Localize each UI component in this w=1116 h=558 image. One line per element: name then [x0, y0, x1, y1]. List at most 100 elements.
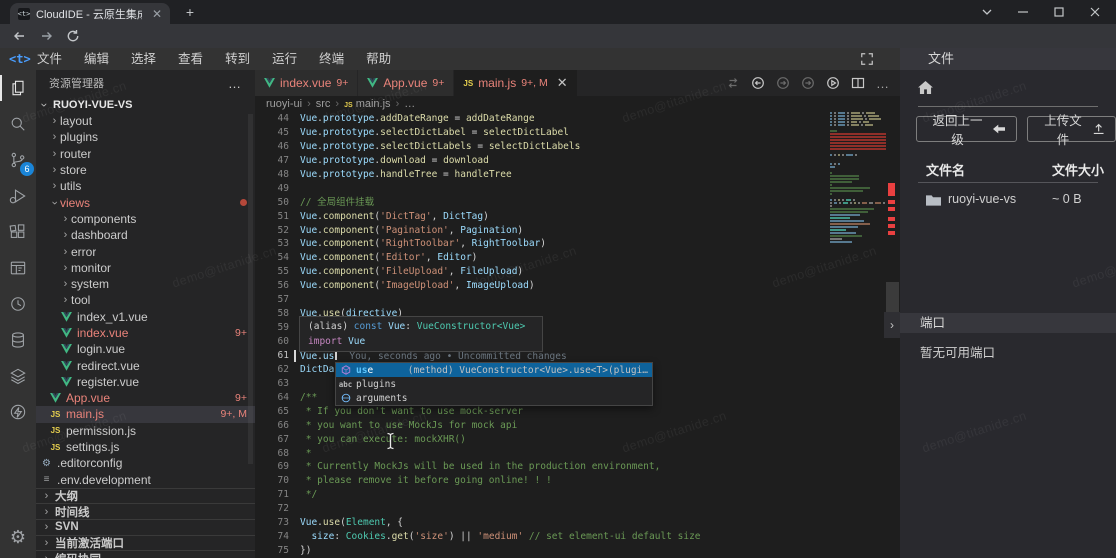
- window-minimize-icon[interactable]: [1018, 7, 1028, 17]
- section-[interactable]: ›编码协同: [36, 550, 255, 558]
- tree-item-store[interactable]: ›store: [36, 162, 255, 178]
- menu-item-[interactable]: 查看: [167, 48, 214, 70]
- history-icon[interactable]: [0, 286, 36, 322]
- source-control-icon[interactable]: 6: [0, 142, 36, 178]
- section-[interactable]: ›当前激活端口: [36, 535, 255, 551]
- tree-item-layout[interactable]: ›layout: [36, 113, 255, 129]
- extensions-icon[interactable]: [0, 214, 36, 250]
- code-line: 55Vue.component('FileUpload', FileUpload…: [255, 265, 900, 279]
- ports-section-header[interactable]: 端口: [900, 313, 1116, 333]
- window-maximize-icon[interactable]: [1054, 7, 1064, 17]
- section-label: 时间线: [55, 504, 90, 520]
- browser-back-icon[interactable]: [12, 29, 26, 43]
- tree-item-monitor[interactable]: ›monitor: [36, 260, 255, 276]
- browser-reload-icon[interactable]: [66, 29, 80, 43]
- editor-tab-main-js[interactable]: JSmain.js9+, M✕: [454, 70, 576, 96]
- database-icon[interactable]: [0, 322, 36, 358]
- tree-item-tool[interactable]: ›tool: [36, 292, 255, 308]
- layout-panel-icon[interactable]: [0, 250, 36, 286]
- explorer-more-icon[interactable]: …: [228, 76, 242, 91]
- window-close-icon[interactable]: [1090, 7, 1100, 17]
- navigate-back-icon[interactable]: [751, 76, 765, 90]
- minimap-line: [830, 208, 886, 210]
- bolt-icon[interactable]: [0, 394, 36, 430]
- breadcrumb-tail[interactable]: …: [404, 98, 415, 110]
- tree-item-index-v1-vue[interactable]: index_v1.vue: [36, 309, 255, 325]
- back-up-level-button[interactable]: 返回上一级: [916, 116, 1017, 142]
- section-svn[interactable]: ›SVN: [36, 519, 255, 535]
- explorer-icon[interactable]: [0, 70, 36, 106]
- breadcrumb-item-ruoyi-ui[interactable]: ruoyi-ui: [266, 98, 302, 110]
- menu-item-[interactable]: 文件: [26, 48, 73, 70]
- editor-tab-app-vue[interactable]: App.vue9+: [358, 70, 453, 96]
- section-[interactable]: ›大纲: [36, 488, 255, 504]
- tree-item-app-vue[interactable]: App.vue9+: [36, 390, 255, 406]
- minimap-line: [830, 157, 886, 159]
- tree-item-login-vue[interactable]: login.vue: [36, 341, 255, 357]
- new-tab-button[interactable]: +: [182, 5, 198, 21]
- tree-item-system[interactable]: ›system: [36, 276, 255, 292]
- tree-item-dashboard[interactable]: ›dashboard: [36, 227, 255, 243]
- navigate-last-icon[interactable]: [801, 76, 815, 90]
- home-icon[interactable]: [918, 81, 933, 94]
- settings-gear-icon[interactable]: ⚙: [0, 527, 36, 548]
- breadcrumb[interactable]: ruoyi-ui›src›JS main.js›…: [255, 96, 900, 112]
- tree-item-editorconfig[interactable]: ⚙.editorconfig: [36, 455, 255, 471]
- tree-item-views[interactable]: ›views: [36, 194, 255, 210]
- editor-tab-index-vue[interactable]: index.vue9+: [255, 70, 357, 96]
- split-editor-icon[interactable]: [851, 76, 865, 90]
- tab-close-icon[interactable]: ✕: [557, 75, 568, 91]
- menu-item-[interactable]: 终端: [308, 48, 355, 70]
- tree-item-label: settings.js: [66, 440, 119, 454]
- fullscreen-icon[interactable]: [860, 52, 874, 66]
- line-number: 68: [255, 447, 289, 461]
- layers-icon[interactable]: [0, 358, 36, 394]
- editor-more-icon[interactable]: …: [876, 76, 890, 91]
- code-editor[interactable]: 44Vue.prototype.addDateRange = addDateRa…: [255, 112, 900, 558]
- minimap[interactable]: [830, 112, 886, 244]
- tree-item-error[interactable]: ›error: [36, 243, 255, 259]
- suggestion-use[interactable]: use(method) VueConstructor<Vue>.use<T>(p…: [336, 363, 652, 377]
- menu-item-[interactable]: 编辑: [73, 48, 120, 70]
- tree-item-router[interactable]: ›router: [36, 146, 255, 162]
- suggestion-arguments[interactable]: arguments: [336, 391, 652, 405]
- suggestion-plugins[interactable]: abcplugins: [336, 377, 652, 391]
- upload-button-label: 上传文件: [1039, 110, 1086, 148]
- tree-item-components[interactable]: ›components: [36, 211, 255, 227]
- search-icon[interactable]: [0, 106, 36, 142]
- tree-item-permission-js[interactable]: JSpermission.js: [36, 423, 255, 439]
- menu-item-[interactable]: 运行: [261, 48, 308, 70]
- menu-item-[interactable]: 选择: [120, 48, 167, 70]
- code-line: 65 * If you don't want to use mock-serve…: [255, 405, 900, 419]
- browser-tab[interactable]: <t> CloudIDE - 云原生集成开发环境 ✕: [10, 3, 170, 24]
- editor-tab-bar: index.vue9+App.vue9+JSmain.js9+, M✕ …: [255, 70, 900, 96]
- tree-root[interactable]: › RUOYI-VUE-VS: [36, 96, 255, 113]
- tree-item-settings-js[interactable]: JSsettings.js: [36, 439, 255, 455]
- tree-item-main-js[interactable]: JSmain.js9+, M: [36, 406, 255, 422]
- navigate-forward-icon[interactable]: [776, 76, 790, 90]
- upload-file-button[interactable]: 上传文件: [1027, 116, 1116, 142]
- tree-item-plugins[interactable]: ›plugins: [36, 129, 255, 145]
- breadcrumb-item-main-js[interactable]: JS main.js: [344, 98, 390, 110]
- tab-close-icon[interactable]: ✕: [152, 7, 162, 21]
- sidebar-scrollbar[interactable]: [248, 114, 253, 464]
- run-file-icon[interactable]: [826, 76, 840, 90]
- file-icon: JS: [49, 410, 62, 419]
- file-row[interactable]: ruoyi-vue-vs ~ 0 B: [900, 188, 1116, 212]
- compare-changes-icon[interactable]: [726, 76, 740, 90]
- tree-item-env-development[interactable]: ≡.env.development: [36, 472, 255, 488]
- tree-item-utils[interactable]: ›utils: [36, 178, 255, 194]
- section-[interactable]: ›时间线: [36, 503, 255, 519]
- menu-item-[interactable]: 帮助: [355, 48, 402, 70]
- tree-item-index-vue[interactable]: index.vue9+: [36, 325, 255, 341]
- panel-toggle-chevron[interactable]: ›: [884, 312, 900, 338]
- tree-item-label: .editorconfig: [57, 456, 122, 470]
- run-debug-icon[interactable]: [0, 178, 36, 214]
- menu-item-[interactable]: 转到: [214, 48, 261, 70]
- browser-forward-icon[interactable]: [40, 29, 54, 43]
- tree-item-register-vue[interactable]: register.vue: [36, 374, 255, 390]
- breadcrumb-item-src[interactable]: src: [316, 98, 331, 110]
- window-chevron-icon[interactable]: [982, 9, 992, 15]
- editor-scrollbar[interactable]: [886, 282, 899, 312]
- tree-item-redirect-vue[interactable]: redirect.vue: [36, 357, 255, 373]
